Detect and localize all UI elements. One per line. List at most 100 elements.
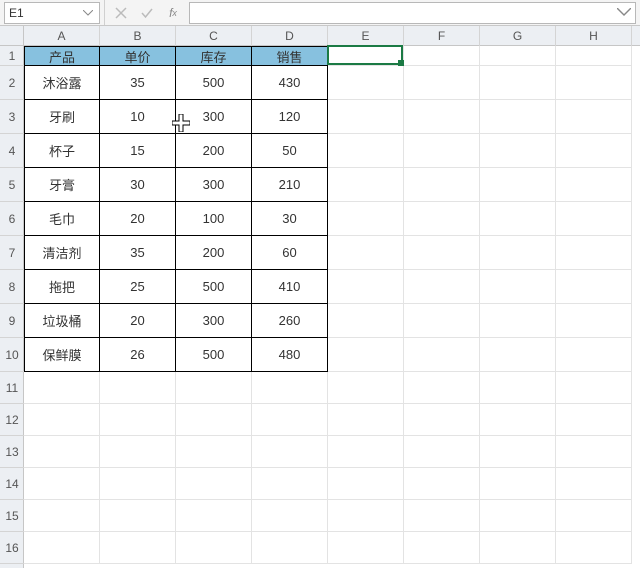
cell[interactable] [556, 338, 632, 372]
select-all-corner[interactable] [0, 26, 24, 46]
table-cell[interactable]: 20 [100, 202, 176, 236]
col-header-D[interactable]: D [252, 26, 328, 46]
cell[interactable] [556, 500, 632, 532]
col-header-A[interactable]: A [24, 26, 100, 46]
table-cell[interactable]: 30 [252, 202, 328, 236]
cell[interactable] [328, 436, 404, 468]
table-cell[interactable]: 100 [176, 202, 252, 236]
cell[interactable] [404, 46, 480, 66]
cell[interactable] [328, 270, 404, 304]
table-cell[interactable]: 35 [100, 236, 176, 270]
cell[interactable] [480, 100, 556, 134]
cell[interactable] [480, 436, 556, 468]
cell[interactable] [556, 134, 632, 168]
cell[interactable] [404, 338, 480, 372]
cell[interactable] [404, 202, 480, 236]
cell[interactable] [556, 66, 632, 100]
col-header-B[interactable]: B [100, 26, 176, 46]
row-header-5[interactable]: 5 [0, 168, 24, 202]
cell[interactable] [176, 404, 252, 436]
cell[interactable] [556, 270, 632, 304]
cell[interactable] [556, 100, 632, 134]
table-cell[interactable]: 300 [176, 100, 252, 134]
row-header-15[interactable]: 15 [0, 500, 24, 532]
table-cell[interactable]: 300 [176, 168, 252, 202]
cell[interactable] [404, 100, 480, 134]
name-box[interactable]: E1 [4, 2, 100, 24]
cell[interactable] [404, 236, 480, 270]
cell[interactable] [328, 134, 404, 168]
cell[interactable] [328, 100, 404, 134]
table-header-cell[interactable]: 库存 [176, 46, 252, 66]
row-header-7[interactable]: 7 [0, 236, 24, 270]
cell[interactable] [24, 468, 100, 500]
row-header-9[interactable]: 9 [0, 304, 24, 338]
cell[interactable] [404, 532, 480, 564]
cell[interactable] [480, 66, 556, 100]
table-cell[interactable]: 50 [252, 134, 328, 168]
cell[interactable] [480, 202, 556, 236]
col-header-F[interactable]: F [404, 26, 480, 46]
table-header-cell[interactable]: 单价 [100, 46, 176, 66]
cell[interactable] [556, 532, 632, 564]
row-header-14[interactable]: 14 [0, 468, 24, 500]
row-header-3[interactable]: 3 [0, 100, 24, 134]
cell[interactable] [480, 372, 556, 404]
table-cell[interactable]: 260 [252, 304, 328, 338]
cell[interactable] [404, 304, 480, 338]
cell[interactable] [556, 46, 632, 66]
cell[interactable] [328, 468, 404, 500]
cell[interactable] [328, 304, 404, 338]
cell[interactable] [252, 532, 328, 564]
cell[interactable] [176, 372, 252, 404]
cell[interactable] [404, 500, 480, 532]
table-cell[interactable]: 沐浴露 [24, 66, 100, 100]
cell[interactable] [480, 338, 556, 372]
cell[interactable] [100, 404, 176, 436]
table-cell[interactable]: 120 [252, 100, 328, 134]
cancel-icon[interactable] [113, 5, 129, 21]
formula-input[interactable] [189, 2, 636, 24]
cell[interactable] [328, 66, 404, 100]
table-cell[interactable]: 杯子 [24, 134, 100, 168]
row-header-8[interactable]: 8 [0, 270, 24, 304]
cell[interactable] [556, 404, 632, 436]
table-cell[interactable]: 35 [100, 66, 176, 100]
formula-expand-icon[interactable] [617, 6, 631, 20]
row-header-16[interactable]: 16 [0, 532, 24, 564]
col-header-C[interactable]: C [176, 26, 252, 46]
row-header-11[interactable]: 11 [0, 372, 24, 404]
table-cell[interactable]: 410 [252, 270, 328, 304]
table-cell[interactable]: 200 [176, 236, 252, 270]
cell[interactable] [24, 372, 100, 404]
cell[interactable] [556, 372, 632, 404]
cell[interactable] [328, 500, 404, 532]
cell[interactable] [480, 134, 556, 168]
cell[interactable] [556, 304, 632, 338]
cell[interactable] [328, 404, 404, 436]
table-cell[interactable]: 200 [176, 134, 252, 168]
cell[interactable] [480, 500, 556, 532]
table-cell[interactable]: 垃圾桶 [24, 304, 100, 338]
data-table[interactable]: 产品单价库存销售沐浴露35500430牙刷10300120杯子1520050牙膏… [24, 46, 328, 372]
cell[interactable] [480, 46, 556, 66]
cell[interactable] [480, 468, 556, 500]
cell[interactable] [556, 236, 632, 270]
table-cell[interactable]: 牙刷 [24, 100, 100, 134]
cell[interactable] [252, 500, 328, 532]
cell[interactable] [480, 532, 556, 564]
table-cell[interactable]: 清洁剂 [24, 236, 100, 270]
cell[interactable] [24, 500, 100, 532]
cell[interactable] [404, 168, 480, 202]
table-cell[interactable]: 500 [176, 66, 252, 100]
cell[interactable] [328, 46, 404, 66]
cell[interactable] [480, 404, 556, 436]
cell[interactable] [404, 404, 480, 436]
cell[interactable] [480, 168, 556, 202]
table-cell[interactable]: 480 [252, 338, 328, 372]
table-cell[interactable]: 10 [100, 100, 176, 134]
fx-icon[interactable]: fx [165, 5, 181, 21]
cell[interactable] [404, 468, 480, 500]
table-cell[interactable]: 15 [100, 134, 176, 168]
cell[interactable] [252, 468, 328, 500]
